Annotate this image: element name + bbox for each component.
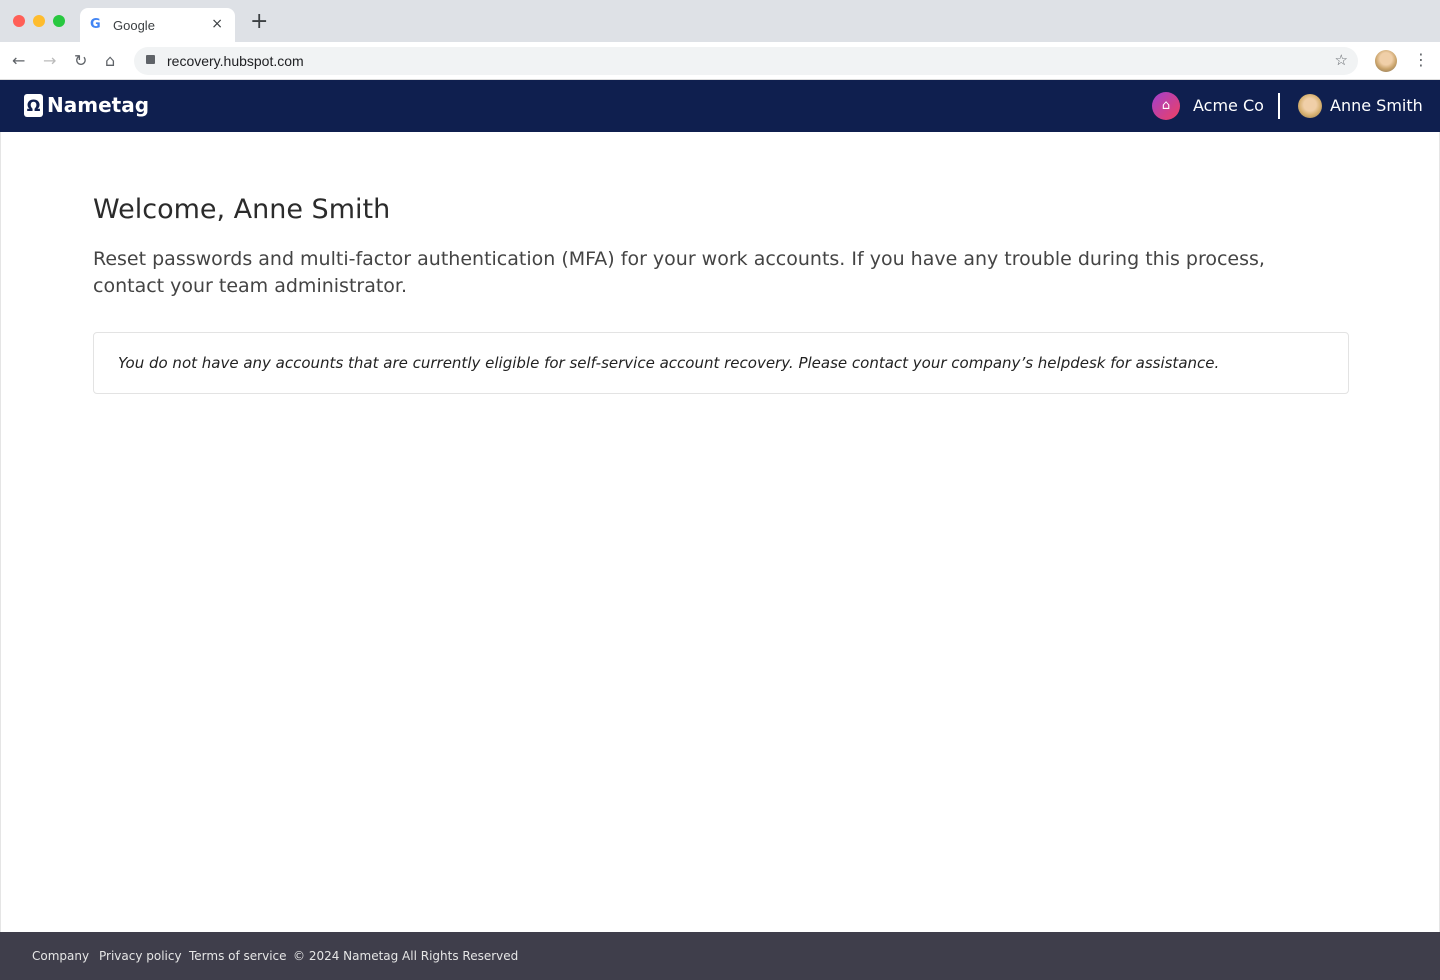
address-bar[interactable]: recovery.hubspot.com ☆ bbox=[134, 47, 1358, 75]
menu-kebab-icon[interactable]: ⋮ bbox=[1413, 50, 1429, 69]
main-content: Welcome, Anne Smith Reset passwords and … bbox=[0, 132, 1440, 932]
tab-title: Google bbox=[113, 18, 155, 33]
profile-avatar[interactable] bbox=[1375, 50, 1397, 72]
google-icon: G bbox=[90, 17, 101, 32]
close-tab-icon[interactable]: × bbox=[211, 16, 223, 32]
bookmark-star-icon[interactable]: ☆ bbox=[1335, 51, 1348, 69]
browser-toolbar: ← → ↻ ⌂ recovery.hubspot.com ☆ ⋮ bbox=[0, 42, 1440, 80]
home-icon[interactable]: ⌂ bbox=[105, 51, 115, 70]
notice-text: You do not have any accounts that are cu… bbox=[118, 354, 1220, 372]
browser-tabstrip: G Google × + bbox=[0, 0, 1440, 42]
footer: Company Privacy policy Terms of service … bbox=[0, 932, 1440, 980]
new-tab-button[interactable]: + bbox=[250, 11, 268, 33]
lock-icon bbox=[146, 55, 155, 64]
no-accounts-notice: You do not have any accounts that are cu… bbox=[93, 332, 1349, 394]
user-avatar[interactable] bbox=[1298, 94, 1322, 118]
footer-link-company[interactable]: Company bbox=[32, 949, 89, 963]
reload-icon[interactable]: ↻ bbox=[74, 51, 87, 70]
back-icon[interactable]: ← bbox=[12, 51, 25, 70]
close-window-button[interactable] bbox=[13, 15, 25, 27]
browser-tab[interactable]: G Google × bbox=[80, 8, 235, 42]
forward-icon[interactable]: → bbox=[43, 51, 56, 70]
nametag-logo-icon: Ω bbox=[24, 94, 43, 117]
footer-link-privacy[interactable]: Privacy policy bbox=[99, 949, 182, 963]
divider bbox=[1278, 93, 1280, 119]
app-header: Ω Nametag ⌂ Acme Co Anne Smith bbox=[0, 80, 1440, 132]
brand-name[interactable]: Nametag bbox=[47, 93, 149, 117]
organization-store-icon[interactable]: ⌂ bbox=[1152, 92, 1180, 120]
url-text[interactable]: recovery.hubspot.com bbox=[167, 53, 304, 69]
organization-name[interactable]: Acme Co bbox=[1193, 96, 1264, 115]
maximize-window-button[interactable] bbox=[53, 15, 65, 27]
user-name[interactable]: Anne Smith bbox=[1330, 96, 1423, 115]
footer-link-terms[interactable]: Terms of service bbox=[189, 949, 287, 963]
copyright: © 2024 Nametag All Rights Reserved bbox=[293, 949, 519, 963]
minimize-window-button[interactable] bbox=[33, 15, 45, 27]
page-description: Reset passwords and multi-factor authent… bbox=[93, 248, 1265, 297]
page-title: Welcome, Anne Smith bbox=[93, 194, 391, 225]
